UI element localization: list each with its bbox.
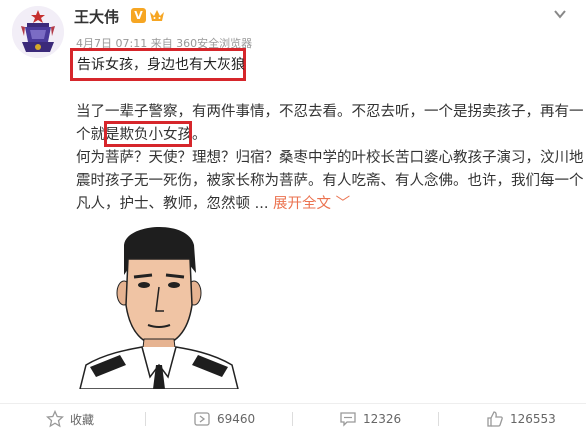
body-line: 凡人，护士、教师，忽然顿 ... 展开全文 ﹀ xyxy=(76,196,351,212)
body-line: 何为菩萨？天使？理想？归宿？桑枣中学的叶校长苦口婆心教孩子演习，汶川地 xyxy=(76,150,584,166)
body-line-text: 凡人，护士、教师，忽然顿 xyxy=(76,196,250,212)
repost-count: 69460 xyxy=(217,412,256,426)
comment-button[interactable]: 12326 xyxy=(339,409,401,429)
favorite-label: 收藏 xyxy=(70,412,95,427)
verified-icon: V xyxy=(131,8,146,23)
star-icon xyxy=(46,410,64,428)
repost-icon xyxy=(194,412,210,426)
like-button[interactable]: 126553 xyxy=(486,409,556,429)
post-body: 当了一辈子警察，有两件事情，不忍去看。不忍去听，一个是拐卖孩子，再有一 个就是欺… xyxy=(76,101,584,216)
chevron-down-icon[interactable] xyxy=(552,6,568,20)
headline: 告诉女孩，身边也有大灰狼 xyxy=(77,57,245,73)
body-line: 震时孩子无一死伤，被家长称为菩萨。有人吃斋、有人念佛。也许，我们每一个 xyxy=(76,173,584,189)
like-count: 126553 xyxy=(510,412,556,426)
action-separator xyxy=(438,412,439,426)
thumbs-up-icon xyxy=(487,411,503,427)
crown-icon xyxy=(149,8,165,23)
post-image[interactable] xyxy=(76,215,242,390)
action-separator xyxy=(292,412,293,426)
action-separator xyxy=(145,412,146,426)
comment-count: 12326 xyxy=(363,412,402,426)
action-bar-divider xyxy=(0,403,586,404)
avatar[interactable] xyxy=(12,6,64,58)
username[interactable]: 王大伟 xyxy=(74,6,119,27)
expand-link[interactable]: 展开全文 xyxy=(273,196,331,212)
comment-icon xyxy=(340,412,356,427)
repost-button[interactable]: 69460 xyxy=(193,409,255,429)
chevron-down-icon[interactable]: ﹀ xyxy=(336,196,351,212)
text-highlight-box xyxy=(104,121,192,147)
favorite-button[interactable]: 收藏 xyxy=(46,409,94,429)
